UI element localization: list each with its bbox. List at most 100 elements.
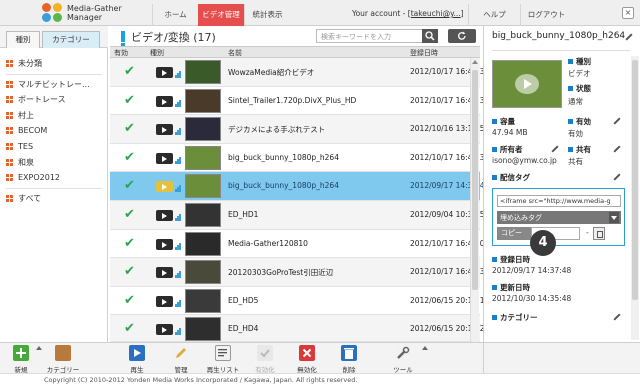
check-icon: ✔ xyxy=(124,149,135,165)
video-thumbnail xyxy=(185,317,221,342)
signal-icon xyxy=(175,128,181,136)
pencil-icon xyxy=(173,345,189,361)
enabled-value: 有効 xyxy=(568,129,583,138)
check-icon: ✔ xyxy=(124,292,135,308)
video-name: ED_HD1 xyxy=(228,210,259,219)
account-user-link[interactable]: takeuchi@y... xyxy=(411,9,461,18)
embed-type-select[interactable]: 埋め込みタグ xyxy=(497,211,621,224)
category-item[interactable]: 未分類 xyxy=(0,56,108,72)
category-item[interactable]: EXPO2012 xyxy=(0,170,108,186)
table-row[interactable]: ✔ 20120303GoProTest引田近辺 2012/10/17 16:41… xyxy=(110,258,489,287)
category-item[interactable]: マルチビットレー... xyxy=(0,77,108,93)
close-icon[interactable]: × xyxy=(622,7,634,19)
search-input[interactable]: 検索キーワードを入力 xyxy=(316,29,438,43)
tab-category[interactable]: カテゴリー xyxy=(42,31,100,48)
check-icon xyxy=(257,345,273,361)
col-date[interactable]: 登録日時 xyxy=(410,48,438,58)
picker-button[interactable] xyxy=(593,227,605,240)
category-item[interactable]: TES xyxy=(0,139,108,155)
book-icon xyxy=(55,345,71,361)
table-row[interactable]: ✔ big_buck_bunny_1080p_h264 2012/10/17 1… xyxy=(110,143,489,173)
iframe-code-field[interactable]: <iframe src="http://www.media-g xyxy=(497,195,621,207)
signal-icon xyxy=(175,156,181,164)
column-headers: 有効 種別 名前 登録日時 xyxy=(110,46,480,58)
check-icon: ✔ xyxy=(124,235,135,251)
video-name: ED_HD5 xyxy=(228,295,259,305)
refresh-button[interactable] xyxy=(448,29,476,43)
nav-help[interactable]: ヘルプ xyxy=(468,4,520,26)
table-row[interactable]: ✔ ED_HD4 2012/06/15 20:15:23 xyxy=(110,315,489,342)
video-name: big_buck_bunny_1080p_h264 xyxy=(228,181,339,191)
signal-icon xyxy=(175,99,181,107)
video-list-panel: ビデオ/変換 (17) 検索キーワードを入力 有効 種別 名前 登録日時 ✔ W… xyxy=(110,26,489,342)
edit-owner-icon[interactable] xyxy=(550,145,558,153)
delete-button[interactable]: 削除 xyxy=(332,345,366,374)
copy-button[interactable]: コピー xyxy=(497,227,531,240)
detail-scrollbar[interactable] xyxy=(631,56,639,340)
video-thumbnail xyxy=(185,88,221,113)
col-type[interactable]: 種別 xyxy=(150,48,164,58)
detail-panel: big_buck_bunny_1080p_h264 種別 ビデオ 状態 通常 容… xyxy=(483,26,640,342)
edit-share-icon[interactable] xyxy=(612,145,620,153)
table-row[interactable]: ✔ WowzaMedia紹介ビデオ 2012/10/17 16:42:37 xyxy=(110,58,489,87)
scroll-thumb[interactable] xyxy=(472,70,478,290)
check-icon: ✔ xyxy=(124,207,135,222)
col-enabled[interactable]: 有効 xyxy=(114,48,128,58)
edit-tag-icon[interactable] xyxy=(612,173,620,181)
video-name: 20120303GoProTest引田近辺 xyxy=(228,268,334,278)
category-item[interactable]: ボートレース xyxy=(0,92,108,108)
page-title: ビデオ/変換 (17) xyxy=(131,31,216,44)
manage-button[interactable]: 管理 xyxy=(164,345,198,374)
nav-video-admin[interactable]: ビデオ管理 xyxy=(198,4,244,26)
grid-icon xyxy=(6,60,13,67)
table-row[interactable]: ✔ デジカメによる手ぶれテスト 2012/10/16 13:19:55 xyxy=(110,115,489,144)
table-row[interactable]: ✔ ED_HD5 2012/06/15 20:12:13 xyxy=(110,286,489,316)
category-item[interactable]: 村上 xyxy=(0,108,108,124)
category-item[interactable]: 和泉 xyxy=(0,155,108,171)
video-name: Sintel_Trailer1.720p.DivX_Plus_HD xyxy=(228,95,357,105)
tab-classification[interactable]: 種別 xyxy=(6,31,40,48)
category-item[interactable]: BECOM xyxy=(0,123,108,139)
check-icon: ✔ xyxy=(124,264,135,280)
nav-stats[interactable]: 統計表示 xyxy=(244,4,290,26)
check-icon: ✔ xyxy=(124,92,135,108)
play-icon xyxy=(129,345,145,361)
chevron-up-icon[interactable] xyxy=(36,346,42,350)
edit-title-icon[interactable] xyxy=(624,33,632,41)
edit-category-icon[interactable] xyxy=(612,313,620,321)
video-thumbnail xyxy=(185,260,221,285)
table-row[interactable]: ✔ ED_HD1 2012/09/04 10:34:55 xyxy=(110,201,489,230)
table-row[interactable]: ✔ Media-Gather120810 2012/10/17 16:42:00 xyxy=(110,229,489,259)
video-type-icon xyxy=(156,238,173,250)
play-button[interactable]: 再生 xyxy=(120,345,154,374)
detail-thumbnail[interactable] xyxy=(492,60,562,108)
edit-enabled-icon[interactable] xyxy=(612,117,620,125)
section-marker xyxy=(121,31,125,42)
scroll-up-icon[interactable] xyxy=(472,60,478,64)
video-type-icon xyxy=(156,324,173,336)
table-row-selected[interactable]: ✔ big_buck_bunny_1080p_h264 2012/09/17 1… xyxy=(110,172,489,201)
playlist-button[interactable]: 再生リスト xyxy=(206,345,240,374)
grid-icon xyxy=(6,127,13,135)
sidebar-tabs: 種別 カテゴリー xyxy=(0,26,108,48)
enable-button[interactable]: 有効化 xyxy=(248,345,282,374)
grid-icon xyxy=(6,158,13,166)
list-scrollbar[interactable] xyxy=(470,58,479,342)
video-thumbnail xyxy=(185,203,221,227)
list-toolbar: 再生 管理 再生リスト 有効化 無効化 削除 ツール xyxy=(110,342,483,374)
col-name[interactable]: 名前 xyxy=(228,48,242,58)
play-icon xyxy=(515,74,539,94)
disable-button[interactable]: 無効化 xyxy=(290,345,324,374)
video-type-icon xyxy=(156,267,173,279)
search-button[interactable] xyxy=(422,29,438,43)
nav-logout[interactable]: ログアウト xyxy=(520,4,572,26)
new-button[interactable]: 新規 xyxy=(4,345,38,374)
category-button[interactable]: カテゴリー xyxy=(46,345,80,374)
chevron-up-icon[interactable] xyxy=(422,346,428,350)
tools-button[interactable]: ツール xyxy=(386,345,420,374)
owner-label: 所有者 xyxy=(500,145,523,154)
nav-home[interactable]: ホーム xyxy=(152,4,198,26)
category-list: 未分類 マルチビットレー... ボートレース 村上 BECOM TES 和泉 E… xyxy=(0,56,108,206)
category-item-all[interactable]: すべて xyxy=(0,191,108,207)
table-row[interactable]: ✔ Sintel_Trailer1.720p.DivX_Plus_HD 2012… xyxy=(110,86,489,116)
